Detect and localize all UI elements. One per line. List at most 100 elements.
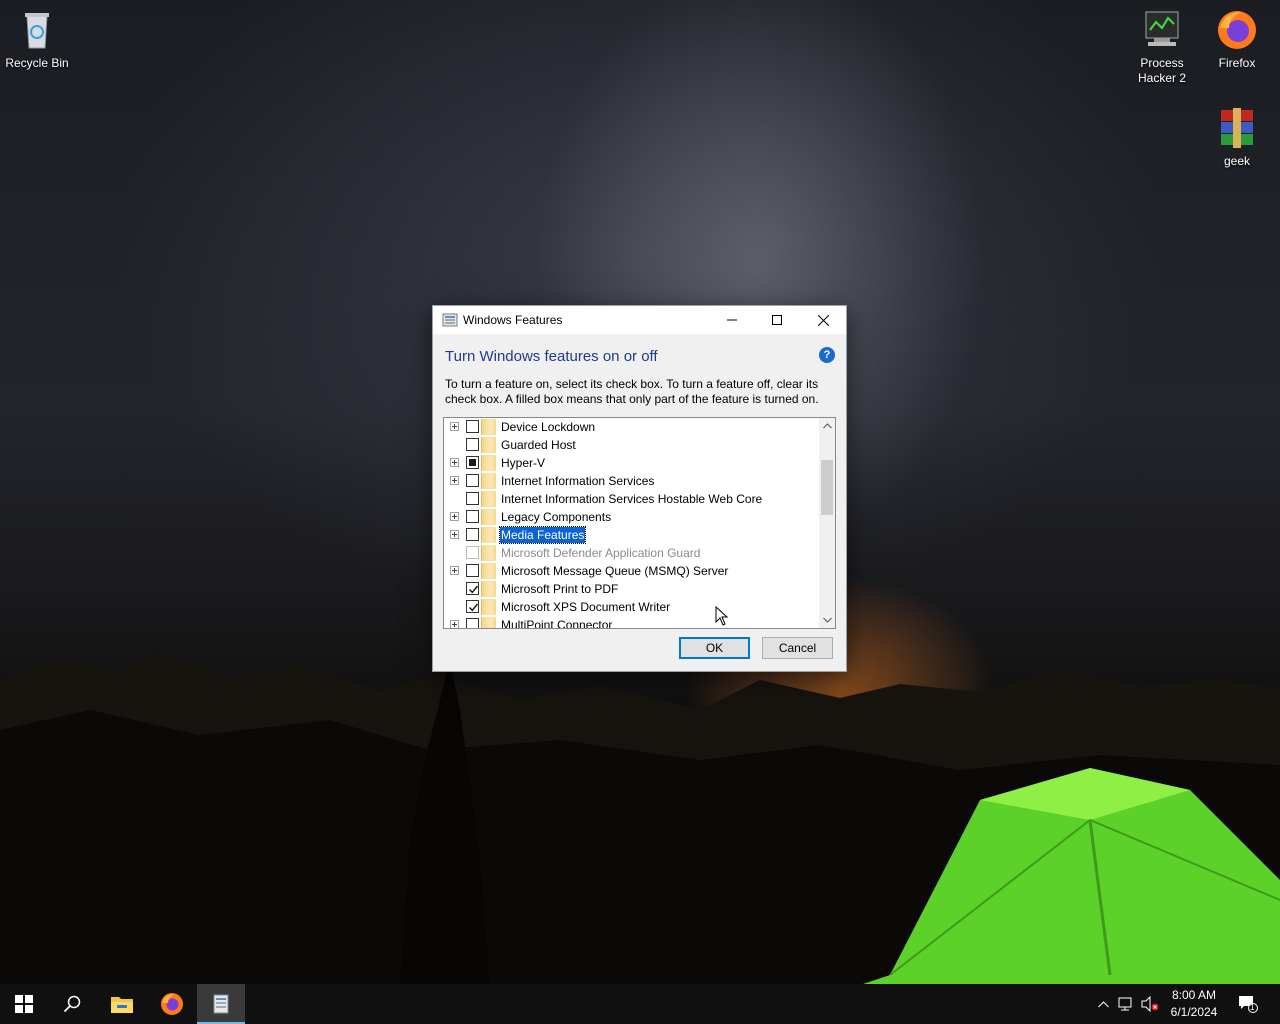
start-button[interactable] (0, 984, 48, 1024)
scroll-up-button[interactable] (819, 418, 835, 434)
folder-icon (481, 473, 496, 489)
feature-label: Microsoft Print to PDF (501, 582, 619, 596)
desktop-icon-label: Process Hacker 2 (1137, 56, 1187, 85)
close-button[interactable] (800, 306, 846, 334)
feature-checkbox[interactable] (466, 564, 479, 577)
desktop-icon-recycle-bin[interactable]: Recycle Bin (0, 8, 74, 71)
feature-checkbox[interactable] (466, 618, 479, 628)
feature-label: Hyper-V (501, 456, 546, 470)
search-icon (63, 995, 81, 1013)
scroll-down-button[interactable] (819, 612, 835, 628)
wallpaper-tent (860, 768, 1280, 985)
feature-row[interactable]: Internet Information Services Hostable W… (444, 490, 818, 508)
folder-icon (481, 455, 496, 471)
feature-checkbox[interactable] (466, 492, 479, 505)
feature-row[interactable]: Microsoft Message Queue (MSMQ) Server (444, 562, 818, 580)
folder-icon (481, 581, 496, 597)
windows-features-dialog: Windows Features Turn Windows features o… (432, 305, 847, 672)
cancel-button[interactable]: Cancel (762, 637, 833, 659)
file-explorer-icon (111, 997, 133, 1013)
feature-label: Microsoft Message Queue (MSMQ) Server (501, 564, 729, 578)
minimize-button[interactable] (709, 306, 755, 334)
feature-checkbox[interactable] (466, 582, 479, 595)
feature-label: Internet Information Services (501, 474, 655, 488)
dialog-description: To turn a feature on, select its check b… (445, 377, 819, 406)
expand-plus-icon[interactable] (450, 458, 459, 467)
feature-row[interactable]: Media Features (444, 526, 818, 544)
feature-row[interactable]: Internet Information Services (444, 472, 818, 490)
expand-plus-icon[interactable] (450, 566, 459, 575)
windows-features-icon (213, 994, 229, 1014)
feature-row[interactable]: MultiPoint Connector (444, 616, 818, 629)
expand-plus-icon[interactable] (450, 476, 459, 485)
expand-plus-icon[interactable] (450, 620, 459, 628)
title-bar[interactable]: Windows Features (433, 306, 846, 334)
features-tree: Device Lockdown Guarded Host Hyper-V Intern… (443, 417, 836, 629)
chevron-up-icon (822, 423, 832, 429)
expand-plus-icon[interactable] (450, 530, 459, 539)
expand-plus-icon[interactable] (450, 422, 459, 431)
close-icon (817, 314, 829, 326)
folder-icon (481, 527, 496, 543)
feature-row[interactable]: Device Lockdown (444, 418, 818, 436)
folder-icon (481, 617, 496, 628)
desktop-icon-geek[interactable]: geek (1200, 106, 1274, 169)
taskbar-clock[interactable]: 8:00 AM 6/1/2024 (1162, 987, 1226, 1021)
dialog-title: Windows Features (463, 313, 563, 327)
help-icon[interactable]: ? (819, 347, 835, 363)
clock-date: 6/1/2024 (1170, 1005, 1218, 1019)
feature-label: Legacy Components (501, 510, 612, 524)
feature-checkbox[interactable] (466, 438, 479, 451)
taskbar: 8:00 AM 6/1/2024 1 (0, 984, 1280, 1024)
show-hidden-icons-button[interactable] (1093, 994, 1113, 1014)
notification-count: 1 (1250, 1003, 1255, 1012)
ok-button[interactable]: OK (679, 637, 750, 659)
windows-features-icon (442, 313, 458, 327)
network-button[interactable] (1116, 994, 1136, 1014)
desktop-icon-process-hacker[interactable]: Process Hacker 2 (1125, 8, 1199, 86)
feature-checkbox[interactable] (466, 510, 479, 523)
feature-label: Media Features (498, 526, 587, 544)
mouse-cursor-icon (715, 606, 729, 626)
feature-row[interactable]: Microsoft Print to PDF (444, 580, 818, 598)
winrar-icon (1221, 108, 1253, 148)
feature-row[interactable]: Legacy Components (444, 508, 818, 526)
maximize-button[interactable] (754, 306, 800, 334)
feature-label: Device Lockdown (501, 420, 596, 434)
desktop-icon-firefox[interactable]: Firefox (1200, 8, 1274, 71)
expand-plus-icon[interactable] (450, 512, 459, 521)
folder-icon (481, 563, 496, 579)
search-button[interactable] (48, 984, 96, 1024)
feature-row[interactable]: Guarded Host (444, 436, 818, 454)
feature-row[interactable]: Hyper-V (444, 454, 818, 472)
volume-button[interactable] (1140, 994, 1160, 1014)
chevron-down-icon (822, 617, 832, 623)
taskbar-windows-features[interactable] (197, 984, 245, 1024)
scrollbar-thumb[interactable] (821, 460, 833, 515)
folder-icon (481, 437, 496, 453)
feature-row[interactable]: Microsoft Defender Application Guard (444, 544, 818, 562)
desktop-icon-label: Recycle Bin (5, 56, 69, 70)
feature-label: Microsoft Defender Application Guard (501, 546, 701, 560)
action-center-button[interactable]: 1 (1238, 994, 1258, 1014)
feature-checkbox[interactable] (466, 474, 479, 487)
firefox-icon (161, 993, 183, 1015)
vertical-scrollbar[interactable] (819, 418, 835, 628)
feature-checkbox[interactable] (466, 456, 479, 469)
feature-row[interactable]: Microsoft XPS Document Writer (444, 598, 818, 616)
process-hacker-icon (1145, 11, 1179, 46)
feature-checkbox[interactable] (466, 420, 479, 433)
feature-label: MultiPoint Connector (501, 618, 613, 629)
chevron-up-icon (1097, 1000, 1109, 1007)
feature-label: Guarded Host (501, 438, 576, 452)
firefox-icon (1218, 11, 1256, 49)
start-icon (15, 995, 33, 1013)
taskbar-file-explorer[interactable] (98, 984, 146, 1024)
folder-icon (481, 509, 496, 525)
clock-time: 8:00 AM (1171, 988, 1217, 1002)
feature-checkbox[interactable] (466, 600, 479, 613)
feature-checkbox (466, 546, 479, 559)
taskbar-firefox[interactable] (148, 984, 196, 1024)
folder-icon (481, 545, 496, 561)
feature-checkbox[interactable] (466, 528, 479, 541)
